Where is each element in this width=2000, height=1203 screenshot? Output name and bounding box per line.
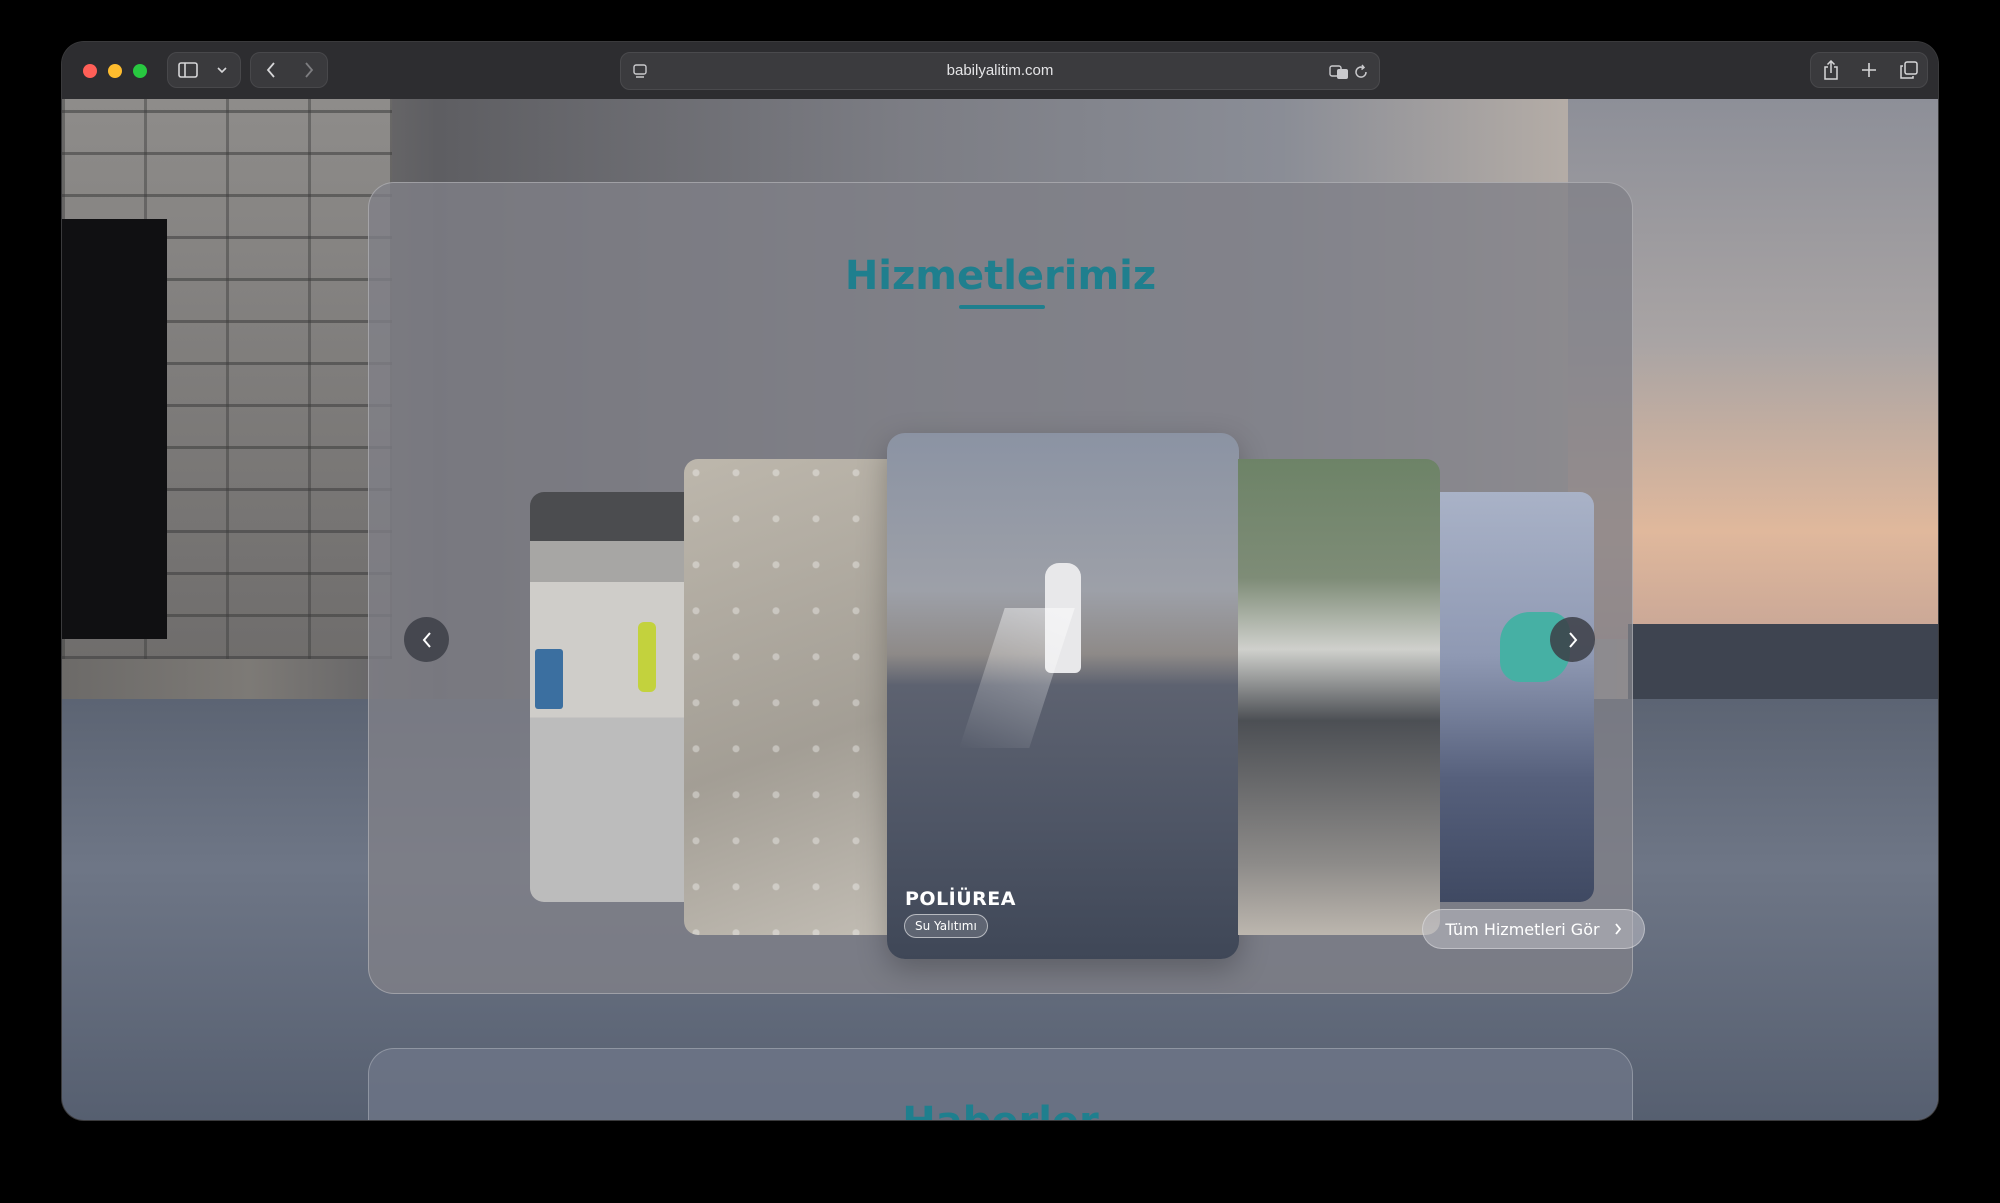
service-slide-5[interactable]: [1440, 492, 1594, 902]
service-slide-2[interactable]: [684, 459, 888, 935]
plus-icon: [1862, 63, 1876, 77]
address-bar[interactable]: babilyalitim.com: [620, 52, 1380, 90]
chevron-left-icon: [266, 62, 275, 78]
browser-toolbar: babilyalitim.com: [62, 42, 1938, 100]
services-heading: Hizmetlerimiz: [844, 253, 1157, 299]
slide-spray: [959, 608, 1075, 748]
translate-icon[interactable]: [1329, 64, 1349, 80]
carousel-next-button[interactable]: [1550, 617, 1595, 662]
browser-window: babilyalitim.com Hizmetlerimiz POLİÜREA …: [62, 42, 1938, 1120]
web-page: Hizmetlerimiz POLİÜREA Su Yalıtımı Tüm H…: [62, 99, 1938, 1120]
all-services-label: Tüm Hizmetleri Gör: [1445, 919, 1600, 939]
news-heading: Haberler: [369, 1099, 1632, 1120]
service-slide-active[interactable]: POLİÜREA Su Yalıtımı: [887, 433, 1239, 959]
all-services-button[interactable]: Tüm Hizmetleri Gör: [1422, 909, 1645, 949]
chevron-right-icon: [305, 62, 314, 78]
close-window-button[interactable]: [83, 64, 97, 78]
services-heading-underline: [959, 305, 1045, 309]
minimize-window-button[interactable]: [108, 64, 122, 78]
forward-button[interactable]: [291, 53, 327, 87]
url-text: babilyalitim.com: [946, 62, 1054, 79]
slide-title: POLİÜREA: [905, 888, 1016, 910]
slide-1-machine: [535, 649, 563, 709]
back-button[interactable]: [253, 53, 289, 87]
slide-1-worker: [638, 622, 656, 692]
share-icon: [1824, 60, 1838, 80]
chevron-right-icon: [1614, 923, 1621, 935]
carousel-prev-button[interactable]: [404, 617, 449, 662]
tabs-overview-icon: [1900, 61, 1918, 79]
chevron-down-icon: [217, 66, 227, 73]
slide-category-tag: Su Yalıtımı: [904, 914, 988, 938]
service-slide-4[interactable]: [1238, 459, 1440, 935]
sidebar-toggle-button[interactable]: [170, 53, 206, 87]
window-actions-group: [1810, 52, 1928, 88]
zoom-window-button[interactable]: [133, 64, 147, 78]
sidebar-icon: [178, 62, 198, 78]
sidebar-toggle-group: [167, 52, 241, 88]
tab-group-menu-button[interactable]: [206, 53, 238, 87]
history-nav-group: [250, 52, 328, 88]
news-section: Haberler: [368, 1048, 1633, 1120]
reload-icon[interactable]: [1353, 64, 1369, 80]
new-tab-button[interactable]: [1851, 53, 1887, 87]
share-button[interactable]: [1813, 53, 1849, 87]
background-doorway: [62, 219, 167, 639]
tab-overview-button[interactable]: [1891, 53, 1927, 87]
chevron-right-icon: [1568, 631, 1577, 648]
service-slide-1[interactable]: [530, 492, 686, 902]
chevron-left-icon: [422, 631, 431, 648]
